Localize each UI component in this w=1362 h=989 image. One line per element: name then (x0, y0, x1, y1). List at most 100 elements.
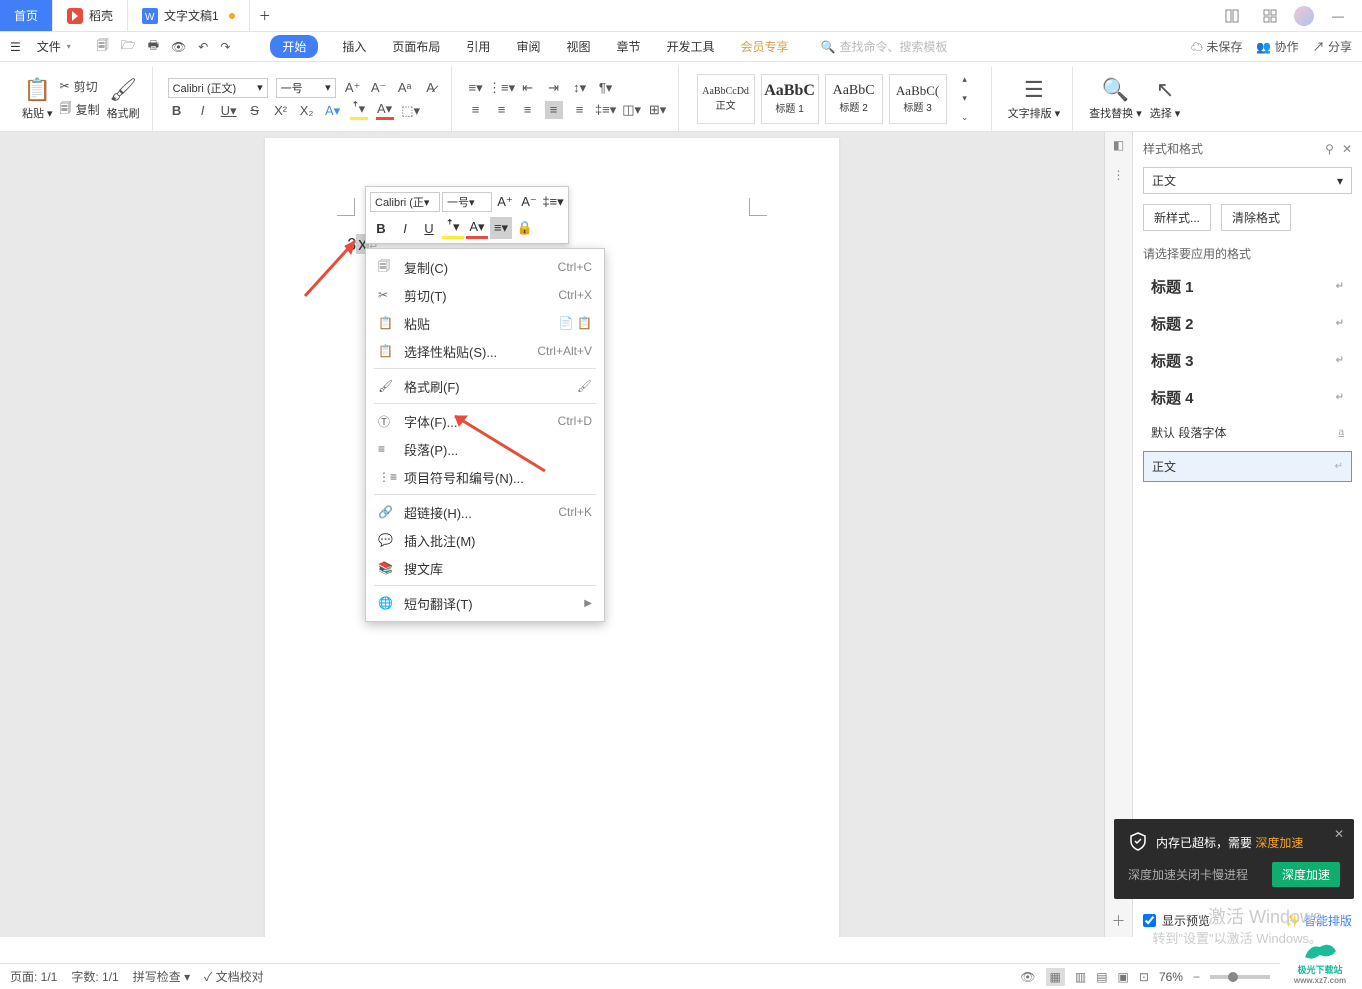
style-item-body[interactable]: 正文↵ (1143, 451, 1352, 482)
sb-page[interactable]: 页面: 1/1 (10, 968, 57, 985)
text-layout-button[interactable]: ☰文字排版 ▾ (1004, 66, 1065, 131)
shading-icon[interactable]: ◫▾ (623, 101, 641, 119)
sb-read-view-icon[interactable]: ▦ (1046, 968, 1065, 986)
align-left-icon[interactable]: ≡ (467, 101, 485, 119)
font-color-icon[interactable]: A▾ (376, 102, 394, 120)
sb-zoom-out-icon[interactable]: − (1193, 970, 1200, 984)
collab-button[interactable]: 👥 协作 (1256, 38, 1298, 55)
qat-save-icon[interactable]: 🗐 (97, 36, 109, 57)
toast-close-icon[interactable]: ✕ (1334, 827, 1344, 841)
tab-document[interactable]: W 文字文稿1 (128, 0, 250, 31)
user-avatar[interactable] (1294, 6, 1314, 26)
show-preview-checkbox[interactable]: 显示预览 (1143, 912, 1210, 929)
align-right-icon[interactable]: ≡ (519, 101, 537, 119)
page[interactable]: 3x↵ Calibri (正▾ 一号▾ A⁺ A⁻ ‡≡▾ B I U ꜛ▾ A… (265, 138, 839, 937)
bullets-icon[interactable]: ≡▾ (467, 79, 485, 97)
cm-hyperlink[interactable]: 🔗超链接(H)...Ctrl+K (366, 498, 604, 526)
underline-icon[interactable]: U▾ (220, 102, 238, 120)
numbering-icon[interactable]: ⋮≡▾ (493, 79, 511, 97)
style-normal[interactable]: AaBbCcDd正文 (697, 74, 755, 124)
cm-font[interactable]: Ⓣ字体(F)...Ctrl+D (366, 407, 604, 435)
grid-icon[interactable] (1256, 0, 1284, 32)
show-marks-icon[interactable]: ¶▾ (597, 79, 615, 97)
share-button[interactable]: ↗ 分享 (1313, 38, 1352, 55)
sb-web-view-icon[interactable]: ▣ (1118, 970, 1129, 984)
mini-linespace-icon[interactable]: ‡≡▾ (542, 191, 564, 213)
sort-icon[interactable]: ↕▾ (571, 79, 589, 97)
tab-home[interactable]: 首页 (0, 0, 53, 31)
font-size-select[interactable]: 一号▾ (276, 78, 336, 98)
cm-cut[interactable]: ✂剪切(T)Ctrl+X (366, 281, 604, 309)
rail-dots-icon[interactable]: ⋮ (1113, 168, 1125, 182)
paste-option-icon[interactable]: 📄 (559, 316, 574, 330)
char-shading-icon[interactable]: ⬚▾ (402, 102, 420, 120)
new-style-button[interactable]: 新样式... (1143, 204, 1211, 231)
select-button[interactable]: ↖选择 ▾ (1146, 66, 1185, 131)
sb-words[interactable]: 字数: 1/1 (71, 968, 118, 985)
current-style-dropdown[interactable]: 正文▾ (1143, 167, 1352, 194)
italic-icon[interactable]: I (194, 102, 212, 120)
line-spacing-icon[interactable]: ‡≡▾ (597, 101, 615, 119)
mini-underline-icon[interactable]: U (418, 217, 440, 239)
cm-bullets-numbering[interactable]: ⋮≡项目符号和编号(N)... (366, 463, 604, 491)
mini-shrink-icon[interactable]: A⁻ (518, 191, 540, 213)
style-scroll-up[interactable]: ▴ (956, 71, 974, 89)
rail-expand-icon[interactable]: ◧ (1113, 138, 1124, 152)
style-item-h3[interactable]: 标题 3↵ (1143, 344, 1352, 377)
distribute-icon[interactable]: ≡ (571, 101, 589, 119)
tab-review[interactable]: 审阅 (514, 34, 542, 59)
mini-font-size[interactable]: 一号▾ (442, 192, 492, 212)
bold-icon[interactable]: B (168, 102, 186, 120)
change-case-icon[interactable]: Aᵃ (396, 79, 414, 97)
file-menu[interactable]: 文件▾ (31, 36, 77, 57)
qat-open-icon[interactable]: 🗁 (121, 36, 136, 57)
sb-zoom[interactable]: 76% (1159, 970, 1183, 984)
pane-pin-icon[interactable]: ⚲ (1325, 142, 1334, 156)
style-item-h1[interactable]: 标题 1↵ (1143, 270, 1352, 303)
style-expand[interactable]: ⌄ (956, 109, 974, 127)
toast-link[interactable]: 深度加速 (1255, 836, 1303, 850)
cut-button[interactable]: ✂ 剪切 (60, 78, 100, 95)
indent-dec-icon[interactable]: ⇤ (519, 79, 537, 97)
find-replace-button[interactable]: 🔍查找替换 ▾ (1085, 66, 1146, 131)
qat-redo-icon[interactable]: ↷ (220, 40, 230, 54)
unsaved-indicator[interactable]: ☁ 未保存 (1191, 38, 1242, 55)
borders-icon[interactable]: ⊞▾ (649, 101, 667, 119)
tab-developer[interactable]: 开发工具 (664, 34, 716, 59)
tab-insert[interactable]: 插入 (340, 34, 368, 59)
superscript-icon[interactable]: X² (272, 102, 290, 120)
align-center-icon[interactable]: ≡ (493, 101, 511, 119)
strike-icon[interactable]: S (246, 102, 264, 120)
toast-action-button[interactable]: 深度加速 (1272, 862, 1340, 887)
mini-bold-icon[interactable]: B (370, 217, 392, 239)
tab-view[interactable]: 视图 (564, 34, 592, 59)
mini-italic-icon[interactable]: I (394, 217, 416, 239)
mini-grow-icon[interactable]: A⁺ (494, 191, 516, 213)
style-item-h2[interactable]: 标题 2↵ (1143, 307, 1352, 340)
sb-outline-view-icon[interactable]: ▤ (1096, 970, 1107, 984)
cm-paste-special[interactable]: 📋选择性粘贴(S)...Ctrl+Alt+V (366, 337, 604, 365)
mini-justify-icon[interactable]: ≡▾ (490, 217, 512, 239)
layout-icon[interactable] (1218, 0, 1246, 32)
qat-print-icon[interactable]: 🖶 (148, 36, 159, 57)
style-heading3[interactable]: AaBbC(标题 3 (889, 74, 947, 124)
style-scroll-down[interactable]: ▾ (956, 90, 974, 108)
mini-font-color-icon[interactable]: A▾ (466, 217, 488, 239)
sb-zoom-slider[interactable] (1210, 975, 1270, 979)
paste-option2-icon[interactable]: 📋 (577, 316, 592, 330)
clear-format-button[interactable]: 清除格式 (1221, 204, 1291, 231)
subscript-icon[interactable]: X₂ (298, 102, 316, 120)
style-heading2[interactable]: AaBbC标题 2 (825, 74, 883, 124)
qat-preview-icon[interactable]: 👁 (171, 40, 186, 54)
cm-paste[interactable]: 📋粘贴📄 📋 (366, 309, 604, 337)
cm-search-library[interactable]: 📚搜文库 (366, 554, 604, 582)
sb-proof[interactable]: ✓ 文档校对 (204, 968, 264, 985)
copy-button[interactable]: 🗐 复制 (60, 99, 100, 120)
tab-references[interactable]: 引用 (464, 34, 492, 59)
style-heading1[interactable]: AaBbC标题 1 (761, 74, 819, 124)
sb-fit-icon[interactable]: ⊡ (1139, 970, 1149, 984)
font-family-select[interactable]: Calibri (正文)▾ (168, 78, 268, 98)
new-tab-button[interactable]: ＋ (250, 0, 280, 31)
smart-layout-button[interactable]: ✨ 智能排版 (1285, 912, 1352, 929)
tab-docer[interactable]: 稻壳 (53, 0, 128, 31)
